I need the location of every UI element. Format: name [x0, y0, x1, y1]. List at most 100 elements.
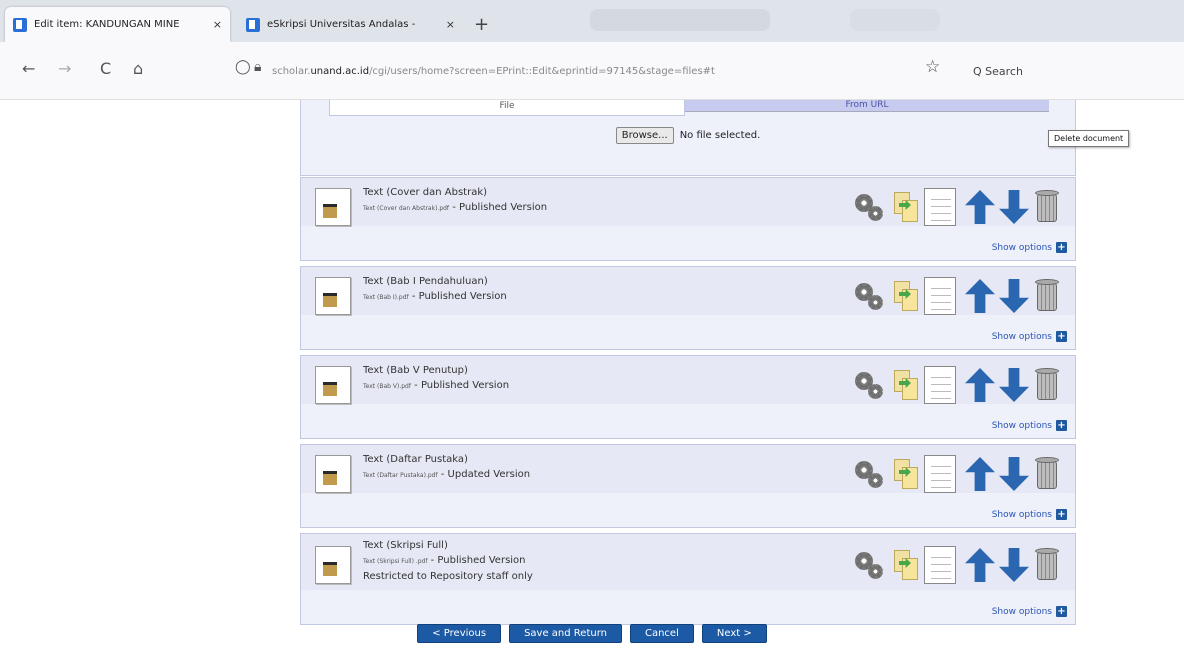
move-up-arrow-icon[interactable]	[963, 455, 997, 493]
gear-icon[interactable]	[855, 188, 889, 226]
document-row: Text (Bab I Pendahuluan) Text (Bab I).pd…	[300, 266, 1076, 350]
document-actions	[855, 188, 1063, 226]
url-prefix: scholar.	[272, 65, 311, 77]
move-up-arrow-icon[interactable]	[963, 546, 997, 584]
gear-icon[interactable]	[855, 366, 889, 404]
document-file-line: Text (Skripsi Full) .pdf - Published Ver…	[363, 555, 526, 566]
delete-document-tooltip: Delete document	[1048, 130, 1130, 147]
document-file-line: Text (Daftar Pustaka).pdf - Updated Vers…	[363, 469, 530, 480]
document-thumbnail-icon[interactable]	[315, 188, 351, 226]
document-thumbnail-icon[interactable]	[315, 366, 351, 404]
move-up-arrow-icon[interactable]	[963, 277, 997, 315]
document-actions	[855, 455, 1063, 493]
show-options-link[interactable]: Show options +	[992, 509, 1067, 520]
browse-button[interactable]: Browse...	[615, 127, 674, 144]
show-options-link[interactable]: Show options +	[992, 242, 1067, 253]
url-host: unand.ac.id	[310, 65, 370, 77]
details-icon[interactable]	[924, 188, 956, 226]
show-options-label: Show options	[991, 331, 1052, 342]
browser-tab-eskripsi[interactable]: eSkripsi Universitas Andalas - ×	[238, 7, 463, 42]
move-down-arrow-icon[interactable]	[997, 366, 1031, 404]
lock-icon[interactable]: 🔒︎	[254, 59, 261, 75]
document-title: Text (Cover dan Abstrak)	[363, 187, 488, 198]
bookmark-star-icon[interactable]: ☆	[925, 57, 940, 77]
show-options-label: Show options	[991, 420, 1052, 431]
blurred-tab	[590, 9, 770, 31]
details-icon[interactable]	[924, 455, 956, 493]
document-version: - Published Version	[427, 555, 526, 566]
gear-icon[interactable]	[855, 277, 889, 315]
gear-icon[interactable]	[855, 546, 889, 584]
reload-icon[interactable]: C	[100, 59, 111, 78]
show-options-link[interactable]: Show options +	[992, 606, 1067, 617]
document-thumbnail-icon[interactable]	[315, 455, 351, 493]
convert-icon[interactable]	[891, 188, 921, 226]
document-thumbnail-icon[interactable]	[315, 546, 351, 584]
move-down-arrow-icon[interactable]	[997, 188, 1031, 226]
tab-from-url[interactable]: From URL	[685, 100, 1049, 112]
document-filename[interactable]: Text (Daftar Pustaka).pdf	[363, 472, 438, 479]
cancel-button[interactable]: Cancel	[629, 624, 694, 643]
document-filename[interactable]: Text (Cover dan Abstrak).pdf	[363, 205, 449, 212]
details-icon[interactable]	[924, 546, 956, 584]
back-icon[interactable]: ←	[22, 59, 35, 78]
document-thumbnail-icon[interactable]	[315, 277, 351, 315]
document-filename[interactable]: Text (Skripsi Full) .pdf	[363, 558, 427, 565]
new-tab-button[interactable]: +	[474, 14, 489, 35]
convert-icon[interactable]	[891, 546, 921, 584]
document-row: Text (Daftar Pustaka) Text (Daftar Pusta…	[300, 444, 1076, 528]
close-icon[interactable]: ×	[213, 18, 222, 31]
close-icon[interactable]: ×	[446, 18, 455, 31]
tab-title: Edit item: KANDUNGAN MINE	[34, 19, 180, 30]
document-version: - Published Version	[408, 291, 507, 302]
page-icon	[13, 17, 27, 32]
page-content: File From URL Browse... No file selected…	[0, 100, 1184, 667]
gear-icon[interactable]	[855, 455, 889, 493]
tab-file[interactable]: File	[329, 100, 685, 116]
plus-icon: +	[1056, 509, 1067, 520]
document-file-line: Text (Bab I).pdf - Published Version	[363, 291, 507, 302]
save-and-return-button[interactable]: Save and Return	[509, 624, 622, 643]
show-options-label: Show options	[991, 509, 1052, 520]
blurred-tab	[850, 9, 940, 31]
delete-trash-icon[interactable]	[1034, 455, 1060, 493]
search-input[interactable]: Q Search	[965, 57, 1175, 85]
delete-trash-icon[interactable]	[1034, 188, 1060, 226]
details-icon[interactable]	[924, 277, 956, 315]
next-button[interactable]: Next >	[701, 624, 767, 643]
delete-trash-icon[interactable]	[1034, 366, 1060, 404]
convert-icon[interactable]	[891, 277, 921, 315]
move-down-arrow-icon[interactable]	[997, 277, 1031, 315]
delete-trash-icon[interactable]	[1034, 277, 1060, 315]
delete-trash-icon[interactable]	[1034, 546, 1060, 584]
show-options-label: Show options	[991, 606, 1052, 617]
plus-icon: +	[1056, 420, 1067, 431]
page-icon	[246, 17, 260, 32]
move-up-arrow-icon[interactable]	[963, 366, 997, 404]
url-bar[interactable]: scholar. unand.ac.id/cgi/users/home?scree…	[272, 57, 932, 85]
document-filename[interactable]: Text (Bab V).pdf	[363, 383, 411, 390]
show-options-link[interactable]: Show options +	[992, 331, 1067, 342]
details-icon[interactable]	[924, 366, 956, 404]
tab-title: eSkripsi Universitas Andalas -	[267, 19, 416, 30]
home-icon[interactable]: ⌂	[133, 59, 143, 78]
document-filename[interactable]: Text (Bab I).pdf	[363, 294, 409, 301]
show-options-link[interactable]: Show options +	[992, 420, 1067, 431]
document-file-line: Text (Bab V).pdf - Published Version	[363, 380, 509, 391]
document-title: Text (Skripsi Full)	[363, 540, 448, 551]
document-row: Text (Skripsi Full) Text (Skripsi Full) …	[300, 533, 1076, 625]
move-up-arrow-icon[interactable]	[963, 188, 997, 226]
document-title: Text (Bab V Penutup)	[363, 365, 468, 376]
move-down-arrow-icon[interactable]	[997, 546, 1031, 584]
form-buttons: < Previous Save and Return Cancel Next >	[0, 624, 1184, 643]
plus-icon: +	[1056, 606, 1067, 617]
forward-icon[interactable]: →	[58, 59, 71, 78]
document-restriction: Restricted to Repository staff only	[363, 571, 533, 582]
browser-tab-edit-item[interactable]: Edit item: KANDUNGAN MINE ×	[5, 7, 230, 42]
convert-icon[interactable]	[891, 366, 921, 404]
move-down-arrow-icon[interactable]	[997, 455, 1031, 493]
no-file-label: No file selected.	[679, 130, 761, 141]
convert-icon[interactable]	[891, 455, 921, 493]
shield-icon[interactable]: ◯	[235, 59, 251, 75]
previous-button[interactable]: < Previous	[417, 624, 502, 643]
